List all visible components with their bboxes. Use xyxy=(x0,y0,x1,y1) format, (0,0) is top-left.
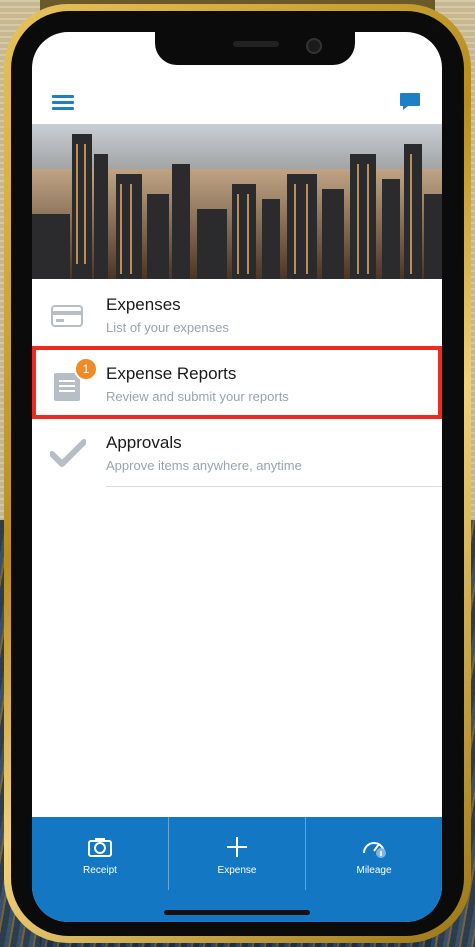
city-skyline-image xyxy=(32,124,442,279)
menu-item-subtitle: Review and submit your reports xyxy=(106,389,289,404)
hamburger-menu-icon[interactable] xyxy=(52,92,74,114)
speedometer-icon xyxy=(361,835,387,859)
app-header xyxy=(32,92,442,122)
tab-mileage[interactable]: Mileage xyxy=(306,817,442,890)
menu-item-title: Expenses xyxy=(106,295,181,314)
tab-label: Mileage xyxy=(356,865,392,876)
main-menu: Expenses List of your expenses 1 Expense… xyxy=(32,280,442,487)
credit-card-icon xyxy=(50,300,86,330)
tab-label: Expense xyxy=(217,865,257,876)
speaker-grille xyxy=(233,41,279,47)
app-screen: Expenses List of your expenses 1 Expense… xyxy=(32,32,442,922)
menu-item-subtitle: Approve items anywhere, anytime xyxy=(106,458,302,473)
phone-notch xyxy=(155,32,355,65)
chat-bubble-icon[interactable] xyxy=(398,90,422,114)
divider xyxy=(106,486,442,487)
menu-item-expense-reports[interactable]: 1 Expense Reports Review and submit your… xyxy=(32,349,442,418)
notification-badge: 1 xyxy=(74,357,98,381)
camera-icon xyxy=(87,835,113,859)
plus-icon xyxy=(224,835,250,859)
checkmark-icon xyxy=(49,438,87,468)
front-camera xyxy=(306,38,322,54)
menu-item-expenses[interactable]: Expenses List of your expenses xyxy=(32,280,442,349)
menu-item-approvals[interactable]: Approvals Approve items anywhere, anytim… xyxy=(32,418,442,487)
menu-item-title: Expense Reports xyxy=(106,364,237,383)
menu-item-title: Approvals xyxy=(106,433,182,452)
tab-receipt[interactable]: Receipt xyxy=(32,817,168,890)
bottom-tab-bar: Receipt Expense Mileage xyxy=(32,817,442,922)
tab-label: Receipt xyxy=(83,865,117,876)
menu-item-subtitle: List of your expenses xyxy=(106,320,229,335)
home-indicator xyxy=(164,910,310,915)
tab-expense[interactable]: Expense xyxy=(169,817,305,890)
